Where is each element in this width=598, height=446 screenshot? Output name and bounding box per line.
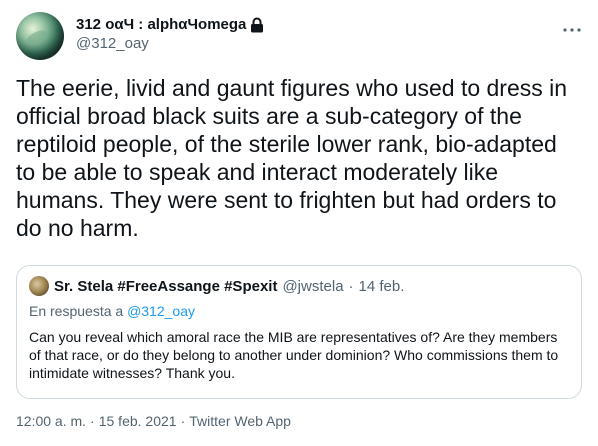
tweet-date[interactable]: 15 feb. 2021 [99, 413, 177, 429]
more-options-icon[interactable] [562, 20, 582, 40]
author-display-name[interactable]: 312 οαЧ : alphαЧomega [76, 16, 246, 33]
tweet-time[interactable]: 12:00 a. m. [16, 413, 86, 429]
quoted-text: Can you reveal which amoral race the MIB… [29, 329, 559, 381]
quoted-display-name: Sr. Stela #FreeAssange #Spexit [54, 277, 278, 295]
author-avatar[interactable] [16, 12, 64, 60]
meta-separator: · [90, 413, 95, 429]
display-name-row: 312 οαЧ : alphαЧomega [76, 16, 264, 33]
tweet-metadata: 12:00 a. m. · 15 feb. 2021 · Twitter Web… [16, 413, 291, 429]
meta-separator: · [180, 413, 186, 429]
quoted-separator: · [348, 277, 354, 295]
lock-icon [250, 17, 264, 33]
tweet-header: 312 οαЧ : alphαЧomega @312_oay [16, 12, 582, 60]
quoted-handle: @jwstela [282, 277, 344, 295]
quoted-date: 14 feb. [358, 277, 405, 295]
reply-prefix: En respuesta a [29, 303, 124, 319]
quoted-tweet[interactable]: Sr. Stela #FreeAssange #Spexit @jwstela … [16, 265, 582, 399]
tweet-text: The eerie, livid and gaunt figures who u… [16, 75, 568, 241]
reply-to-link[interactable]: @312_oay [127, 303, 195, 319]
author-handle[interactable]: @312_oay [76, 35, 264, 52]
quoted-header: Sr. Stela #FreeAssange #Spexit @jwstela … [29, 276, 569, 296]
author-names: 312 οαЧ : alphαЧomega @312_oay [76, 16, 264, 52]
quoted-avatar [29, 276, 49, 296]
tweet-source[interactable]: Twitter Web App [189, 413, 291, 429]
quoted-reply-context: En respuesta a @312_oay [29, 303, 569, 319]
